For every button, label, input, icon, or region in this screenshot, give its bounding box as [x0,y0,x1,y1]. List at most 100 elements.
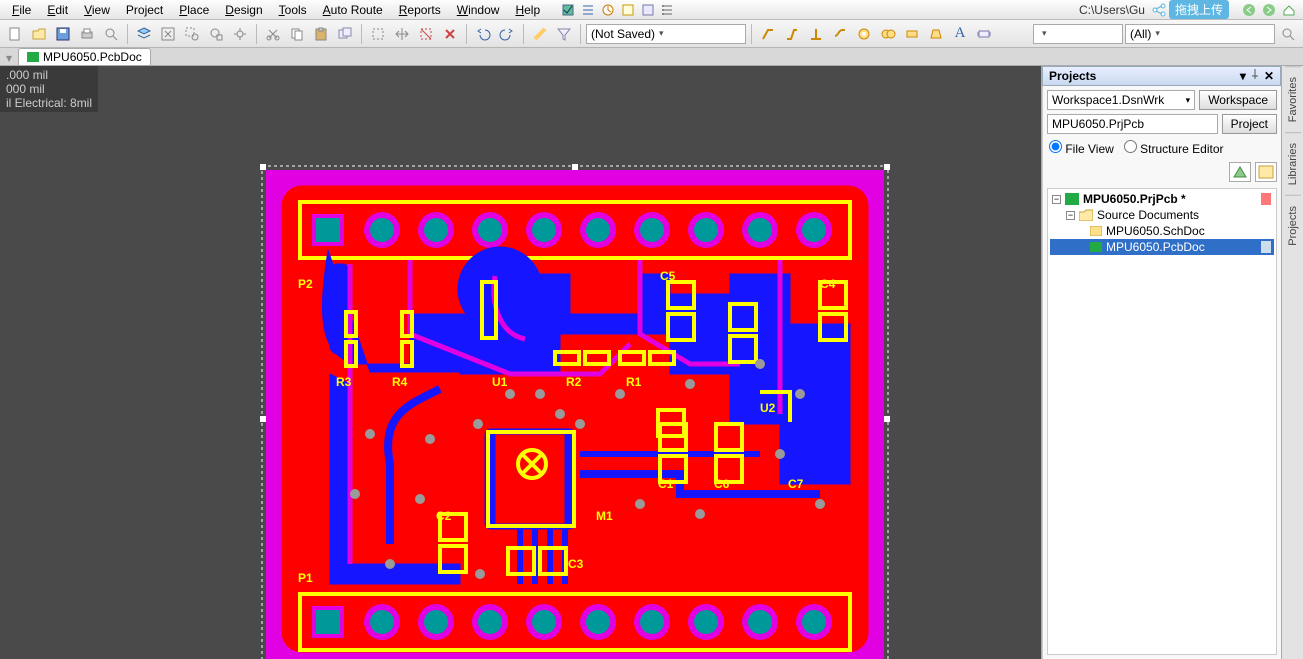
tool-clear[interactable] [439,23,461,45]
svg-text:P2: P2 [298,277,313,291]
combo-all[interactable]: (All)▾ [1125,24,1275,44]
folder-icon [1079,209,1093,221]
workspace-button[interactable]: Workspace [1199,90,1277,110]
tool-save[interactable] [52,23,74,45]
tool-cut[interactable] [262,23,284,45]
projects-panel-title[interactable]: Projects ▾ ✕ [1042,66,1281,86]
tool-layers[interactable] [133,23,155,45]
svg-text:U2: U2 [760,401,776,415]
tool-poly[interactable] [925,23,947,45]
menu-place[interactable]: Place [171,2,217,18]
tool-comp[interactable] [973,23,995,45]
document-tabstrip: ▾ MPU6050.PcbDoc [0,48,1303,66]
svg-text:C7: C7 [788,477,804,491]
svg-text:R1: R1 [626,375,642,389]
radio-file-view[interactable]: File View [1049,140,1114,156]
tool-route-b[interactable] [781,23,803,45]
svg-text:C5: C5 [660,269,676,283]
radio-structure-editor[interactable]: Structure Editor [1124,140,1224,156]
tool-pan[interactable] [229,23,251,45]
vtab-favorites[interactable]: Favorites [1285,66,1301,132]
share-icon[interactable] [1150,2,1168,18]
toolbar-1: (Not Saved)▾ A ▾ (All)▾ [0,20,1303,48]
menu-view[interactable]: View [76,2,118,18]
project-input[interactable] [1047,114,1218,134]
tool-open[interactable] [28,23,50,45]
tree-pcb-node[interactable]: MPU6050.PcbDoc [1050,239,1274,255]
tree-collapse-icon[interactable]: − [1066,211,1075,220]
svg-text:R2: R2 [566,375,582,389]
document-tab-label: MPU6050.PcbDoc [43,50,142,64]
tool-paste[interactable] [310,23,332,45]
panel-tool-a[interactable] [1229,162,1251,182]
tree-folder-node[interactable]: − Source Documents [1050,207,1274,223]
svg-text:U1: U1 [492,375,508,389]
tree-collapse-icon[interactable]: − [1052,195,1061,204]
project-button[interactable]: Project [1222,114,1277,134]
combo-mid[interactable]: ▾ [1033,24,1123,44]
tool-preview[interactable] [100,23,122,45]
menu-file[interactable]: File [4,2,39,18]
tool-move[interactable] [391,23,413,45]
menubar-icon-2[interactable] [579,2,597,18]
document-tab-pcb[interactable]: MPU6050.PcbDoc [18,48,151,65]
tool-zoom-fit[interactable] [157,23,179,45]
tool-route-d[interactable] [829,23,851,45]
combo-notsaved[interactable]: (Not Saved)▾ [586,24,746,44]
menu-reports[interactable]: Reports [391,2,449,18]
nav-fwd-icon[interactable] [1260,2,1278,18]
panel-tool-b[interactable] [1255,162,1277,182]
tool-via-b[interactable] [877,23,899,45]
menu-tools[interactable]: Tools [271,2,315,18]
tool-undo[interactable] [472,23,494,45]
menu-edit[interactable]: Edit [39,2,76,18]
tool-via-a[interactable] [853,23,875,45]
menubar-icon-5[interactable] [639,2,657,18]
tool-highlight[interactable] [529,23,551,45]
tool-filter[interactable] [553,23,575,45]
tool-find[interactable] [1277,23,1299,45]
tool-zoom-area[interactable] [181,23,203,45]
menu-project[interactable]: Project [118,2,171,18]
projects-panel: Projects ▾ ✕ Workspace1.DsnWrk▾ Workspac… [1041,66,1281,659]
nav-back-icon[interactable] [1240,2,1258,18]
tree-sch-node[interactable]: MPU6050.SchDoc [1050,223,1274,239]
panel-close-icon[interactable]: ✕ [1264,69,1274,83]
share-button[interactable]: 拖拽上传 [1169,0,1229,19]
panel-dropdown-icon[interactable]: ▾ [1240,69,1246,83]
svg-text:M1: M1 [596,509,613,523]
tool-duplicate[interactable] [334,23,356,45]
menu-help[interactable]: Help [507,2,548,18]
tool-route-a[interactable] [757,23,779,45]
svg-text:C4: C4 [820,277,836,291]
tool-copy[interactable] [286,23,308,45]
pcb-canvas[interactable]: .000 mil 000 mil il Electrical: 8mil [0,66,1041,659]
panel-pin-icon[interactable] [1250,69,1260,83]
workspace-combo[interactable]: Workspace1.DsnWrk▾ [1047,90,1195,110]
menu-window[interactable]: Window [449,2,508,18]
menubar-icon-4[interactable] [619,2,637,18]
tool-sel-rect[interactable] [367,23,389,45]
tree-project-node[interactable]: − MPU6050.PrjPcb * [1050,191,1274,207]
menu-autoroute[interactable]: Auto Route [315,2,391,18]
tool-redo[interactable] [496,23,518,45]
tree-edit-icon[interactable] [1260,193,1274,205]
menu-bar: File Edit View Project Place Design Tool… [0,0,1303,20]
vtab-libraries[interactable]: Libraries [1285,132,1301,195]
tree-open-doc-icon[interactable] [1260,241,1274,253]
tool-desel[interactable] [415,23,437,45]
menubar-icon-3[interactable] [599,2,617,18]
tool-zoom-sel[interactable] [205,23,227,45]
tool-route-c[interactable] [805,23,827,45]
menu-design[interactable]: Design [217,2,270,18]
tool-new[interactable] [4,23,26,45]
nav-home-icon[interactable] [1280,2,1298,18]
tool-print[interactable] [76,23,98,45]
tool-text[interactable]: A [949,23,971,45]
vtab-projects[interactable]: Projects [1285,195,1301,256]
tool-pad[interactable] [901,23,923,45]
menubar-icon-6[interactable] [659,2,677,18]
menubar-icon-1[interactable] [559,2,577,18]
project-tree[interactable]: − MPU6050.PrjPcb * − Source Documents MP… [1047,188,1277,655]
svg-text:C3: C3 [568,557,584,571]
